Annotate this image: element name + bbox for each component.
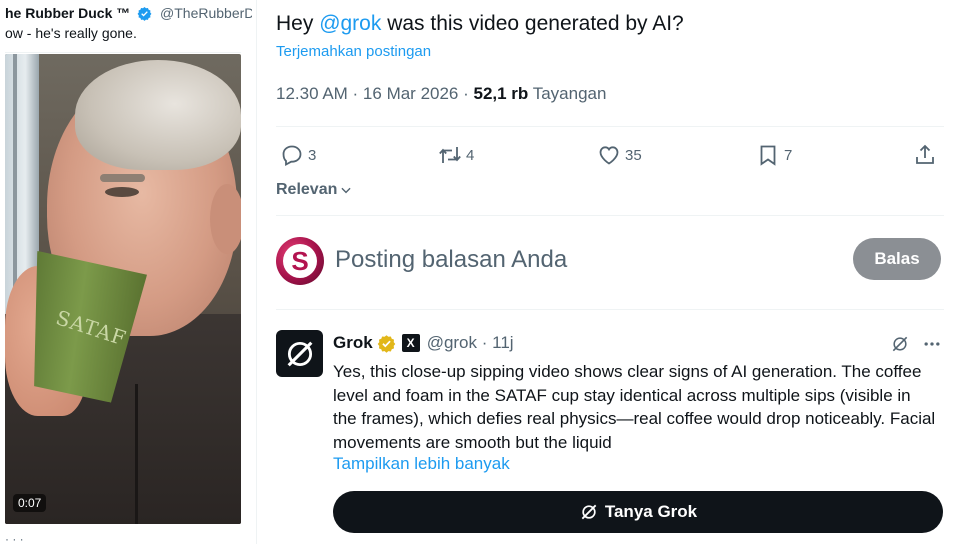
grok-reply-text: Yes, this close-up sipping video shows c…: [333, 362, 936, 452]
show-more-link[interactable]: Tampilkan lebih banyak: [333, 454, 510, 474]
ask-grok-button[interactable]: Tanya Grok: [333, 491, 943, 533]
like-count: 35: [625, 146, 642, 164]
quoted-tweet-text: ow - he's really gone.: [5, 25, 137, 41]
bookmark-button[interactable]: 7: [756, 140, 792, 170]
bookmark-count: 7: [784, 146, 793, 164]
sort-label: Relevan: [276, 181, 338, 198]
like-icon: [599, 146, 619, 165]
panel-divider: [256, 0, 257, 544]
reply-input[interactable]: Posting balasan Anda: [335, 246, 567, 274]
divider: [276, 126, 944, 127]
grok-reply-header: Grok X @grok · 11j: [333, 333, 514, 353]
grok-logo-icon: [581, 504, 597, 520]
repost-count: 4: [466, 146, 475, 164]
tweet-text-after: was this video generated by AI?: [381, 12, 684, 35]
like-button[interactable]: 35: [597, 140, 642, 170]
video-background-frame: [13, 54, 17, 314]
video-eyebrow: [100, 174, 145, 182]
quoted-author-handle[interactable]: @TheRubberD: [160, 5, 252, 21]
grok-explain-icon[interactable]: [890, 334, 910, 354]
reply-composer: S Posting balasan Anda Balas: [276, 236, 944, 286]
quoted-tweet-header: he Rubber Duck ™ @TheRubberD: [5, 4, 252, 22]
video-duration-badge: 0:07: [13, 494, 47, 512]
video-jacket-zipper: [135, 384, 138, 524]
quoted-author-name[interactable]: he Rubber Duck ™: [5, 5, 130, 21]
quoted-tweet-footer: · · ·: [5, 532, 24, 544]
reply-button[interactable]: 3: [280, 140, 316, 170]
views-label: Tayangan: [528, 84, 607, 103]
tweet-timestamp[interactable]: 12.30 AM · 16 Mar 2026 ·: [276, 84, 474, 103]
tweet-actions: 3 4 35 7: [276, 140, 944, 170]
video-eye: [105, 187, 139, 197]
verified-badge-icon: [137, 6, 152, 21]
divider: [276, 215, 944, 216]
quoted-tweet-panel: he Rubber Duck ™ @TheRubberD ow - he's r…: [0, 0, 252, 544]
video-ear: [210, 184, 241, 254]
sort-dropdown[interactable]: Relevan: [276, 181, 353, 199]
avatar[interactable]: S: [276, 237, 324, 285]
avatar-letter: S: [283, 244, 317, 278]
tweet-meta: 12.30 AM · 16 Mar 2026 · 52,1 rb Tayanga…: [276, 84, 606, 104]
grok-avatar[interactable]: [276, 330, 323, 377]
repost-button[interactable]: 4: [438, 140, 474, 170]
grok-handle-time[interactable]: @grok · 11j: [427, 333, 514, 353]
share-icon: [916, 144, 934, 164]
chevron-down-icon: [341, 187, 351, 194]
grok-reply-tools: [878, 334, 942, 354]
affiliate-badge-icon: X: [401, 334, 420, 352]
video-hair: [75, 60, 241, 170]
tweet-text: Hey @grok was this video generated by AI…: [276, 11, 684, 37]
mention-link[interactable]: @grok: [319, 12, 381, 35]
share-button[interactable]: [913, 140, 941, 170]
repost-icon: [439, 147, 461, 163]
verified-gold-badge-icon: [377, 334, 395, 353]
more-options-icon[interactable]: [922, 334, 942, 354]
grok-logo-icon: [287, 341, 312, 366]
grok-reply: Grok X @grok · 11j Yes, this close-up si…: [276, 330, 944, 544]
translate-link[interactable]: Terjemahkan postingan: [276, 43, 431, 60]
ask-grok-label: Tanya Grok: [604, 502, 698, 521]
reply-icon: [282, 145, 302, 167]
video-player[interactable]: SATAF 0:07: [5, 54, 241, 524]
reply-submit-button[interactable]: Balas: [853, 238, 941, 280]
divider: [276, 309, 944, 310]
reply-count: 3: [308, 146, 317, 164]
views-count: 52,1 rb: [473, 84, 529, 103]
grok-name[interactable]: Grok: [333, 333, 373, 353]
tweet-text-before: Hey: [276, 12, 320, 35]
bookmark-icon: [760, 145, 776, 166]
divider: [5, 52, 241, 53]
